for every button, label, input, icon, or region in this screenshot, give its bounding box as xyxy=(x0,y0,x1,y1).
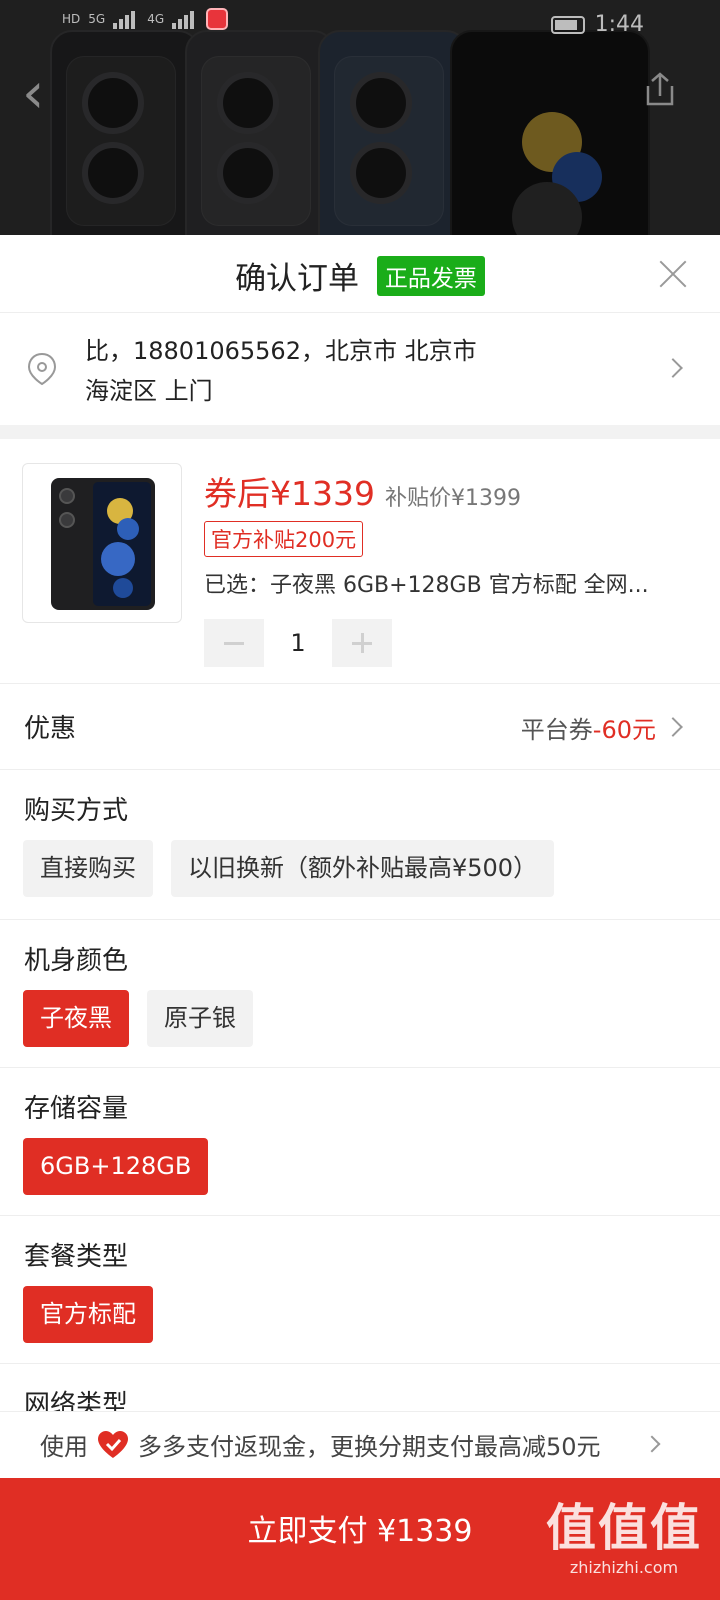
status-bar: HD 5G 4G 1:44 xyxy=(0,8,720,44)
quantity-value[interactable]: 1 xyxy=(264,629,332,657)
option-package-official[interactable]: 官方标配 xyxy=(23,1286,153,1343)
minus-icon xyxy=(224,642,244,645)
watermark-url: zhizhizhi.com xyxy=(569,1558,679,1577)
clock: 1:44 xyxy=(594,12,644,37)
promo-text: 多多支付返现金，更换分期支付最高减50元 xyxy=(138,1433,601,1461)
address-text: 比，18801065562，北京市 北京市 海淀区 上门 xyxy=(85,331,625,411)
notification-app-icon xyxy=(206,8,229,30)
discount-row[interactable]: 优惠 平台券-60元 xyxy=(0,684,720,770)
purchase-method-group: 购买方式 直接购买 以旧换新（额外补贴最高¥500） xyxy=(0,770,720,920)
selected-spec: 已选：子夜黑 6GB+128GB 官方标配 全网... xyxy=(204,573,649,598)
discount-amount: -60元 xyxy=(592,716,656,744)
sheet-header: 确认订单 正品发票 xyxy=(0,235,720,313)
network-label: HD xyxy=(62,12,81,26)
color-label: 机身颜色 xyxy=(24,946,129,976)
back-icon[interactable]: ‹ xyxy=(22,66,62,122)
address-line-1: 比，18801065562，北京市 北京市 xyxy=(85,337,477,365)
invoice-badge: 正品发票 xyxy=(376,255,485,296)
signal-icon xyxy=(172,9,198,29)
watermark-logo: 值值值 xyxy=(546,1499,702,1557)
pdd-pay-heart-icon xyxy=(98,1430,128,1458)
order-confirm-sheet: 确认订单 正品发票 比，18801065562，北京市 北京市 海淀区 上门 券… xyxy=(0,235,720,1600)
package-group: 套餐类型 官方标配 xyxy=(0,1216,720,1364)
shipping-address[interactable]: 比，18801065562，北京市 北京市 海淀区 上门 xyxy=(0,313,720,439)
signal-icon xyxy=(113,9,139,29)
option-color-atomic-silver[interactable]: 原子银 xyxy=(147,990,253,1047)
address-line-2: 海淀区 上门 xyxy=(85,377,213,405)
subsidy-price: 补贴价¥1399 xyxy=(384,486,521,511)
share-icon[interactable] xyxy=(640,70,680,110)
price-after-coupon: 券后¥1339 xyxy=(204,474,375,513)
option-direct-buy[interactable]: 直接购买 xyxy=(23,840,153,897)
option-trade-in[interactable]: 以旧换新（额外补贴最高¥500） xyxy=(171,840,555,897)
increase-button[interactable] xyxy=(332,619,392,667)
quantity-stepper: 1 xyxy=(204,619,392,667)
promo-prefix: 使用 xyxy=(40,1433,88,1461)
storage-group: 存储容量 6GB+128GB xyxy=(0,1068,720,1216)
purchase-method-label: 购买方式 xyxy=(24,796,129,826)
network-4g-label: 4G xyxy=(147,12,165,26)
package-label: 套餐类型 xyxy=(24,1242,129,1272)
page-title: 确认订单 xyxy=(235,261,360,297)
subsidy-tag: 官方补贴200元 xyxy=(204,521,364,557)
discount-value: 平台券-60元 xyxy=(521,710,656,745)
storage-label: 存储容量 xyxy=(24,1094,129,1124)
chevron-right-icon xyxy=(663,358,683,378)
location-pin-icon xyxy=(27,352,57,386)
network-5g-label: 5G xyxy=(88,12,106,26)
chevron-right-icon xyxy=(643,1435,661,1453)
close-icon[interactable] xyxy=(658,259,688,289)
discount-label: 优惠 xyxy=(24,714,77,744)
chevron-right-icon xyxy=(663,717,683,737)
option-storage-6-128[interactable]: 6GB+128GB xyxy=(23,1138,209,1195)
option-color-midnight-black[interactable]: 子夜黑 xyxy=(23,990,129,1047)
watermark: 值值值 zhizhizhi.com xyxy=(546,1488,702,1577)
product-summary: 券后¥1339 补贴价¥1399 官方补贴200元 已选：子夜黑 6GB+128… xyxy=(0,439,720,684)
payment-promo-bar[interactable]: 使用 多多支付返现金，更换分期支付最高减50元 xyxy=(0,1411,720,1477)
product-thumbnail xyxy=(22,463,182,623)
discount-coupon-type: 平台券 xyxy=(520,716,593,744)
battery-icon xyxy=(550,15,585,34)
decrease-button[interactable] xyxy=(204,619,264,667)
sheet-title: 确认订单 正品发票 xyxy=(0,253,720,298)
color-group: 机身颜色 子夜黑 原子银 xyxy=(0,920,720,1068)
